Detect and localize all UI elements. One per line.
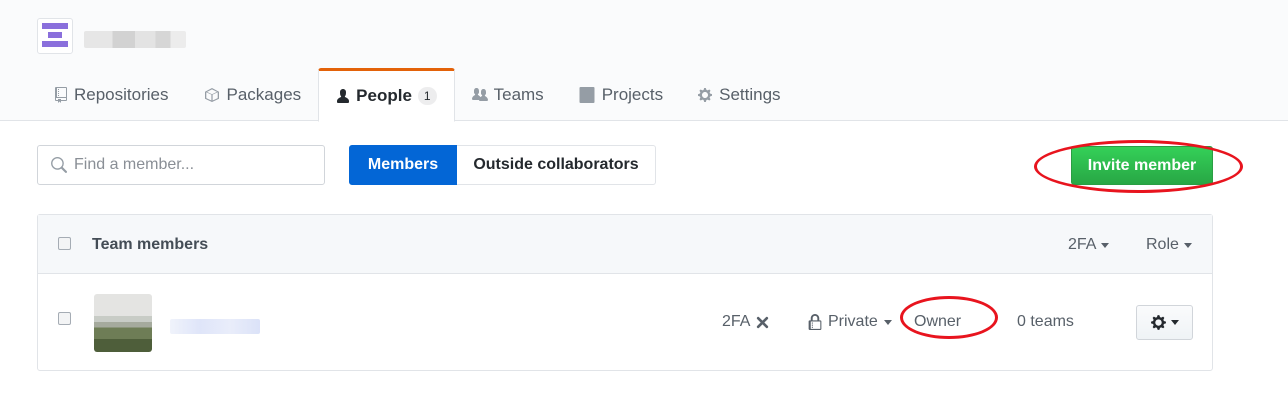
member-name-redacted[interactable] (170, 319, 260, 334)
avatar[interactable] (94, 294, 152, 352)
tab-projects[interactable]: Projects (561, 68, 680, 121)
search-icon (51, 156, 67, 173)
teams-count-label: 0 teams (1017, 313, 1074, 330)
people-count-badge: 1 (417, 87, 437, 105)
member-settings-button[interactable] (1136, 305, 1193, 340)
chevron-down-icon (883, 319, 892, 325)
org-header: Repositories Packages People 1 Teams Pro… (0, 0, 1288, 122)
lock-icon (808, 313, 822, 330)
tab-packages[interactable]: Packages (186, 68, 319, 121)
select-all-checkbox[interactable] (58, 237, 71, 250)
twofa-filter-label: 2FA (1068, 236, 1097, 253)
gear-icon (698, 87, 713, 102)
repo-icon (55, 86, 67, 103)
member-search[interactable] (37, 145, 325, 185)
chevron-down-icon (1183, 242, 1192, 248)
tab-people[interactable]: People 1 (318, 68, 455, 122)
people-icon (471, 87, 488, 101)
twofa-filter[interactable]: 2FA (1068, 236, 1110, 254)
role-dropdown[interactable]: Owner (914, 313, 961, 331)
gear-icon (1151, 315, 1166, 330)
role-label: Owner (914, 313, 962, 330)
x-icon (757, 316, 769, 328)
tab-settings-label: Settings (719, 84, 781, 104)
chevron-down-icon (1171, 320, 1179, 325)
teams-count[interactable]: 0 teams (1017, 313, 1074, 331)
tab-packages-label: Packages (226, 84, 302, 104)
search-input[interactable] (74, 156, 304, 174)
org-avatar[interactable] (37, 18, 73, 54)
visibility-dropdown[interactable]: Private (808, 313, 892, 331)
tab-teams-label: Teams (493, 84, 544, 104)
tab-repositories-label: Repositories (74, 84, 169, 104)
tab-projects-label: Projects (601, 84, 664, 104)
outside-collaborators-button[interactable]: Outside collaborators (457, 145, 656, 185)
twofa-status-label: 2FA (722, 313, 751, 330)
person-icon (337, 89, 350, 103)
tab-repositories[interactable]: Repositories (37, 68, 186, 121)
tab-teams[interactable]: Teams (455, 68, 561, 121)
tab-people-label: People (356, 86, 412, 105)
org-nav-tabs: Repositories Packages People 1 Teams Pro… (37, 68, 798, 122)
member-type-toggle: Members Outside collaborators (349, 145, 656, 185)
members-button[interactable]: Members (349, 145, 457, 185)
package-icon (204, 87, 219, 102)
chevron-down-icon (1101, 242, 1110, 248)
members-table: Team members 2FA Role 2FA Private Owner … (37, 214, 1213, 371)
org-name-redacted[interactable] (84, 31, 186, 48)
tab-settings[interactable]: Settings (680, 68, 797, 121)
project-icon (579, 86, 595, 103)
role-filter[interactable]: Role (1146, 236, 1192, 254)
members-table-header: Team members 2FA Role (38, 215, 1212, 274)
row-checkbox[interactable] (58, 312, 71, 325)
invite-member-button[interactable]: Invite member (1071, 146, 1213, 185)
visibility-label: Private (828, 313, 878, 330)
twofa-status: 2FA (722, 313, 769, 331)
role-filter-label: Role (1146, 236, 1179, 253)
team-members-heading: Team members (92, 236, 209, 253)
